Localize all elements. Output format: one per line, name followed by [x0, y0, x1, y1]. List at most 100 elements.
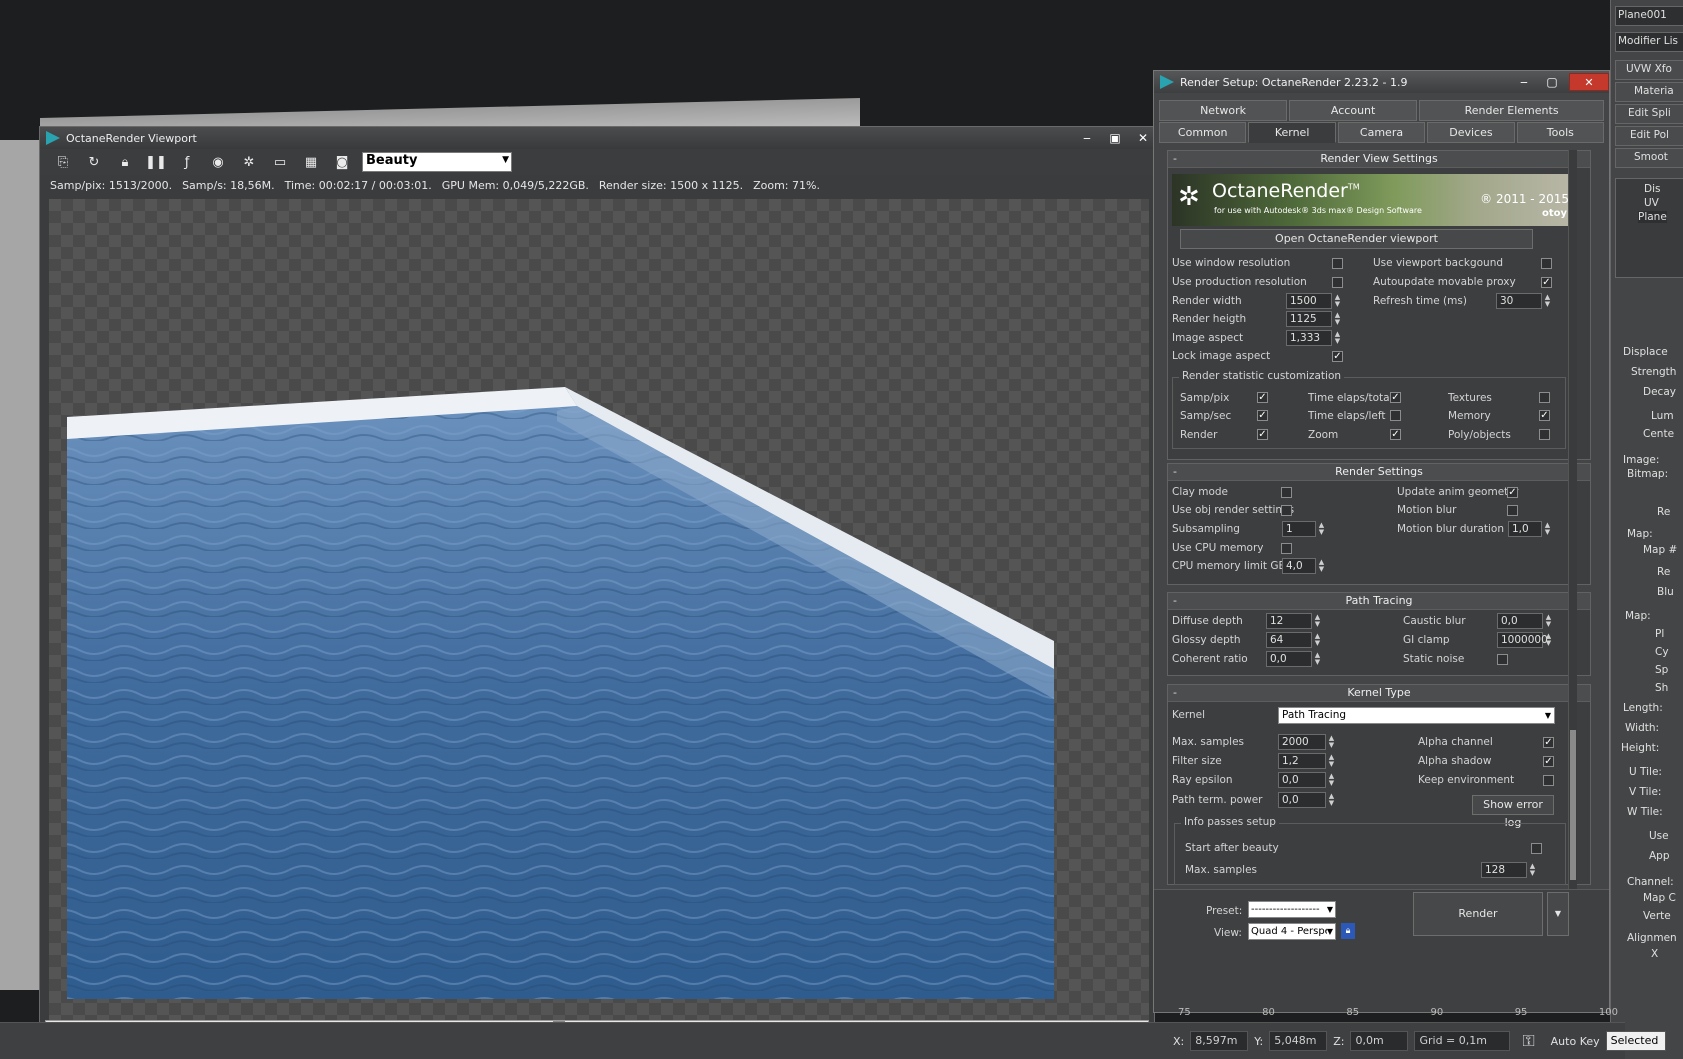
- render-pass-select[interactable]: Beauty ▼: [362, 152, 512, 172]
- alpha-channel-checkbox[interactable]: ✓: [1543, 737, 1554, 748]
- collapse-icon[interactable]: -: [1173, 464, 1177, 480]
- render-canvas[interactable]: [49, 199, 1149, 1021]
- monitor-icon[interactable]: ▭: [269, 151, 291, 173]
- kernel-select[interactable]: Path Tracing ▼: [1278, 707, 1555, 724]
- collapse-icon[interactable]: -: [1173, 593, 1177, 609]
- use-viewport-background-checkbox[interactable]: [1541, 258, 1552, 269]
- panel-header[interactable]: - Path Tracing: [1168, 593, 1590, 610]
- render-button[interactable]: Render: [1413, 892, 1543, 936]
- tab-render-elements[interactable]: Render Elements: [1419, 99, 1605, 121]
- filter-size-spinner[interactable]: 1,2 ▲ ▼: [1278, 753, 1334, 769]
- modifier-button-2[interactable]: Materia: [1615, 82, 1683, 102]
- lock-image-aspect-checkbox[interactable]: ✓: [1332, 351, 1343, 362]
- tab-devices[interactable]: Devices: [1427, 121, 1515, 143]
- image-aspect-spinner[interactable]: 1,333 ▲ ▼: [1286, 330, 1340, 346]
- modifier-list-dropdown[interactable]: Modifier Lis: [1615, 32, 1683, 52]
- save-image-icon[interactable]: ⎘: [52, 151, 74, 173]
- scrollbar-thumb[interactable]: [1570, 730, 1576, 880]
- modifier-button-5[interactable]: Smoot: [1615, 148, 1683, 168]
- selected-dropdown[interactable]: Selected: [1605, 1031, 1666, 1051]
- octane-viewport-window[interactable]: OctaneRender Viewport ‒ ▣ ✕ ⎘ ↻ 🔒︎ ❚❚ ƒ …: [39, 126, 1155, 1036]
- tab-account[interactable]: Account: [1289, 99, 1418, 121]
- x-field[interactable]: 8,597m: [1190, 1031, 1249, 1051]
- render-height-spinner[interactable]: 1125 ▲ ▼: [1286, 311, 1340, 327]
- auto-key-button[interactable]: Auto Key: [1551, 1035, 1600, 1048]
- coherent-ratio-spinner[interactable]: 0,0 ▲ ▼: [1266, 651, 1320, 667]
- use-cpu-memory-checkbox[interactable]: [1281, 543, 1292, 554]
- use-obj-render-settings-checkbox[interactable]: [1281, 505, 1292, 516]
- open-viewport-button[interactable]: Open OctaneRender viewport: [1180, 229, 1533, 249]
- object-name-field[interactable]: Plane001: [1615, 6, 1683, 26]
- preset-select[interactable]: ------------------- ▼: [1248, 901, 1336, 918]
- memory-checkbox[interactable]: ✓: [1539, 410, 1550, 421]
- key-icon[interactable]: ⚿: [1522, 1031, 1534, 1051]
- info-max-samples-spinner[interactable]: 128 ▲ ▼: [1481, 862, 1535, 878]
- ray-epsilon-spinner[interactable]: 0,0 ▲ ▼: [1278, 772, 1334, 788]
- minimize-icon[interactable]: ‒: [1076, 129, 1098, 147]
- z-field[interactable]: 0,0m: [1350, 1031, 1409, 1051]
- lock-icon[interactable]: 🔒︎: [114, 151, 136, 173]
- caustic-blur-spinner[interactable]: 0,0 ▲ ▼: [1497, 613, 1551, 629]
- collapse-icon[interactable]: -: [1173, 151, 1177, 167]
- y-field[interactable]: 5,048m: [1269, 1031, 1328, 1051]
- diffuse-depth-spinner[interactable]: 12 ▲ ▼: [1266, 613, 1320, 629]
- textures-checkbox[interactable]: [1539, 392, 1550, 403]
- subsampling-spinner[interactable]: 1 ▲ ▼: [1282, 521, 1324, 537]
- time-elaps-total-checkbox[interactable]: ✓: [1390, 392, 1401, 403]
- close-icon[interactable]: ✕: [1132, 129, 1154, 147]
- tab-camera[interactable]: Camera: [1337, 121, 1426, 143]
- start-after-beauty-checkbox[interactable]: [1531, 843, 1542, 854]
- region-render-icon[interactable]: ✲: [238, 151, 260, 173]
- show-error-log-button[interactable]: Show error log: [1472, 795, 1554, 829]
- maximize-icon[interactable]: ▢: [1541, 73, 1563, 91]
- panel-header[interactable]: - Render View Settings: [1168, 151, 1590, 168]
- maximize-icon[interactable]: ▣: [1104, 129, 1126, 147]
- render-setup-dialog[interactable]: Render Setup: OctaneRender 2.23.2 - 1.9 …: [1153, 70, 1610, 1013]
- film-settings-icon[interactable]: ▦: [300, 151, 322, 173]
- clay-mode-checkbox[interactable]: [1281, 487, 1292, 498]
- samp-sec-checkbox[interactable]: ✓: [1257, 410, 1268, 421]
- keep-environment-checkbox[interactable]: [1543, 775, 1554, 786]
- restart-render-icon[interactable]: ↻: [83, 151, 105, 173]
- poly-objects-checkbox[interactable]: [1539, 429, 1550, 440]
- viewport-titlebar[interactable]: OctaneRender Viewport ‒ ▣ ✕: [40, 127, 1154, 149]
- render-setup-titlebar[interactable]: Render Setup: OctaneRender 2.23.2 - 1.9 …: [1154, 71, 1609, 93]
- minimize-icon[interactable]: ‒: [1513, 73, 1535, 91]
- vertical-scrollbar[interactable]: [1568, 150, 1577, 890]
- use-window-resolution-checkbox[interactable]: [1332, 258, 1343, 269]
- modifier-button-1[interactable]: UVW Xfo: [1615, 60, 1683, 80]
- static-noise-checkbox[interactable]: [1497, 654, 1508, 665]
- pause-icon[interactable]: ❚❚: [145, 151, 167, 173]
- motion-blur-duration-spinner[interactable]: 1,0 ▲ ▼: [1508, 521, 1550, 537]
- time-elaps-left-checkbox[interactable]: [1390, 410, 1401, 421]
- use-production-resolution-checkbox[interactable]: [1332, 277, 1343, 288]
- alpha-shadow-checkbox[interactable]: ✓: [1543, 756, 1554, 767]
- lock-view-icon[interactable]: 🔒︎: [1341, 923, 1355, 939]
- panel-header[interactable]: - Render Settings: [1168, 464, 1590, 481]
- tab-kernel[interactable]: Kernel: [1248, 121, 1336, 143]
- stack-item[interactable]: Dis: [1644, 183, 1660, 195]
- update-anim-geometry-checkbox[interactable]: ✓: [1507, 487, 1518, 498]
- tab-common[interactable]: Common: [1159, 121, 1247, 143]
- modifier-button-4[interactable]: Edit Pol: [1615, 126, 1683, 146]
- modifier-stack[interactable]: Dis UV Plane: [1615, 178, 1683, 278]
- autoupdate-proxy-checkbox[interactable]: ✓: [1541, 277, 1552, 288]
- samp-pix-checkbox[interactable]: ✓: [1257, 392, 1268, 403]
- motion-blur-checkbox[interactable]: [1507, 505, 1518, 516]
- max-samples-spinner[interactable]: 2000 ▲ ▼: [1278, 734, 1334, 750]
- glossy-depth-spinner[interactable]: 64 ▲ ▼: [1266, 632, 1320, 648]
- focus-picker-icon[interactable]: ƒ: [176, 151, 198, 173]
- refresh-time-spinner[interactable]: 30 ▲ ▼: [1496, 293, 1550, 309]
- render-options-dropdown-icon[interactable]: ▼: [1547, 892, 1569, 936]
- tab-network[interactable]: Network: [1159, 99, 1288, 121]
- render-stat-checkbox[interactable]: ✓: [1257, 429, 1268, 440]
- panel-header[interactable]: - Kernel Type: [1168, 685, 1590, 702]
- path-term-power-spinner[interactable]: 0,0 ▲ ▼: [1278, 792, 1334, 808]
- stack-item[interactable]: Plane: [1638, 211, 1667, 223]
- tab-tools[interactable]: Tools: [1516, 121, 1605, 143]
- collapse-icon[interactable]: -: [1173, 685, 1177, 701]
- close-icon[interactable]: ✕: [1569, 73, 1609, 91]
- gi-clamp-spinner[interactable]: 1000000, ▲ ▼: [1497, 632, 1551, 648]
- view-select[interactable]: Quad 4 - Perspe ▼: [1248, 923, 1336, 940]
- timeline-ruler[interactable]: 75 80 85 90 95 100: [1178, 1003, 1618, 1021]
